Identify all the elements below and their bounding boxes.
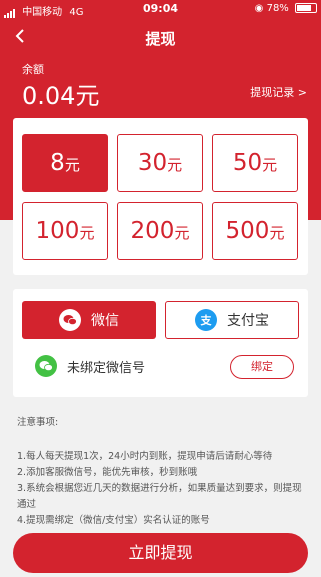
note-item: 4.提现需绑定（微信/支付宝）实名认证的账号 (17, 515, 210, 526)
wechat-pay-label: 微信 (91, 313, 119, 329)
battery-percent: 78% (266, 3, 289, 14)
payment-card: 微信 支 支付宝 未绑定微信号 绑定 (13, 289, 308, 397)
balance-label: 余额 (22, 63, 44, 76)
amount-option[interactable]: 500元 (212, 202, 298, 260)
bind-button[interactable]: 绑定 (230, 355, 294, 379)
alipay-label: 支付宝 (227, 313, 269, 329)
wechat-bubbles-white-icon (39, 361, 53, 372)
status-right: ◉ 78% (255, 3, 317, 14)
note-item: 2.添加客服微信号，能优先审核，秒到账哦 (17, 467, 198, 478)
alipay-icon: 支 (195, 309, 217, 331)
amount-option[interactable]: 200元 (117, 202, 203, 260)
amount-option[interactable]: 50元 (212, 134, 298, 192)
wechat-icon (59, 309, 81, 331)
amount-value: 30 (137, 150, 168, 176)
amount-option[interactable]: 8元 (22, 134, 108, 192)
withdraw-submit-button[interactable]: 立即提现 (13, 533, 308, 573)
wechat-bind-status: 未绑定微信号 (35, 355, 145, 377)
amount-value: 100 (35, 218, 80, 244)
notes-title: 注意事项: (17, 417, 59, 428)
amount-value: 500 (225, 218, 270, 244)
amount-card: 8元 30元 50元 100元 200元 500元 (13, 118, 308, 275)
battery-icon (295, 3, 317, 13)
amount-value: 8 (50, 150, 65, 176)
note-item: 1.每人每天提现1次，24小时内到账，提现申请后请耐心等待 (17, 451, 273, 462)
balance-value: 0.04元 (22, 82, 100, 110)
amount-unit: 元 (269, 224, 285, 242)
amount-option[interactable]: 100元 (22, 202, 108, 260)
note-item: 3.系统会根据您近几天的数据进行分析，如果质量达到要求，则提现通过 (17, 483, 302, 510)
status-bar: 中国移动 4G 09:04 ◉ 78% (0, 0, 321, 18)
unbound-text: 未绑定微信号 (67, 360, 146, 376)
amount-unit: 元 (262, 156, 278, 174)
wechat-green-icon (35, 355, 57, 377)
amount-unit: 元 (79, 224, 95, 242)
wechat-bubbles-icon (63, 315, 77, 326)
amount-option[interactable]: 30元 (117, 134, 203, 192)
amount-value: 200 (130, 218, 175, 244)
amount-unit: 元 (64, 156, 80, 174)
amount-unit: 元 (174, 224, 190, 242)
alipay-button[interactable]: 支 支付宝 (165, 301, 299, 339)
amount-value: 50 (232, 150, 263, 176)
battery-fill (297, 5, 312, 11)
page-title: 提现 (145, 30, 176, 48)
amount-unit: 元 (167, 156, 183, 174)
wechat-pay-button[interactable]: 微信 (22, 301, 156, 339)
notes-section: 注意事项: 1.每人每天提现1次，24小时内到账，提现申请后请耐心等待 2.添加… (17, 415, 311, 529)
withdraw-record-link[interactable]: 提现记录 > (250, 84, 307, 100)
alarm-icon: ◉ (254, 3, 264, 14)
